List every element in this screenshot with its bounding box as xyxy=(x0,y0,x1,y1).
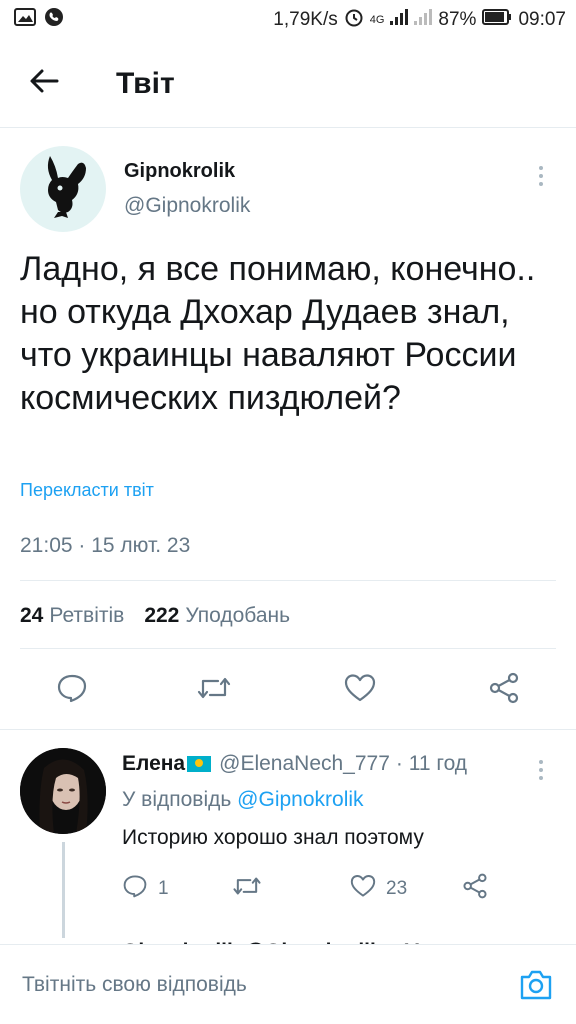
likes-label: Уподобань xyxy=(185,604,291,627)
reply-compose-bar: Твітніть свою відповідь xyxy=(0,944,576,1024)
status-bar: 1,79K/s 4G 87% 09:07 xyxy=(0,0,576,40)
camera-button[interactable] xyxy=(518,967,554,1003)
reply-more-button[interactable] xyxy=(526,750,556,790)
reply-tweet[interactable]: Елена @ElenaNech_777 · 11 год У відповід… xyxy=(0,730,576,940)
share-button[interactable] xyxy=(482,668,526,712)
net-speed: 1,79K/s xyxy=(273,9,338,30)
alarm-icon xyxy=(344,7,364,33)
tweet-author-row: Gipnokrolik @Gipnokrolik xyxy=(20,146,556,236)
more-vertical-icon xyxy=(539,166,543,170)
thread-line xyxy=(62,842,65,938)
reply-time: · 11 год xyxy=(395,752,468,775)
reply-button[interactable] xyxy=(50,668,94,712)
share-icon xyxy=(488,672,520,709)
reply-author-name[interactable]: Елена xyxy=(122,752,185,776)
retweets-count: 24 xyxy=(20,604,44,627)
portrait-image xyxy=(20,748,106,834)
gallery-icon xyxy=(14,8,36,32)
reply-like-count: 23 xyxy=(386,878,408,899)
likes-stat[interactable]: 222 Уподобань xyxy=(144,604,290,628)
heart-icon xyxy=(344,673,376,708)
reply-like-button[interactable]: 23 xyxy=(350,872,407,906)
reply-text: Историю хорошо знал поэтому xyxy=(122,826,424,849)
signal-icon xyxy=(390,9,409,31)
like-button[interactable] xyxy=(338,668,382,712)
reply-retweet-button[interactable] xyxy=(232,872,272,906)
retweets-label: Ретвітів xyxy=(49,604,125,627)
tweet-text: Ладно, я все понимаю, конечно.. но откуд… xyxy=(20,250,536,417)
author-handle[interactable]: @Gipnokrolik xyxy=(124,194,250,218)
divider xyxy=(20,648,556,649)
page-title: Твіт xyxy=(116,66,175,100)
tweet-more-button[interactable] xyxy=(526,156,556,196)
reply-reply-button[interactable]: 1 xyxy=(122,872,169,906)
reply-avatar[interactable] xyxy=(20,748,106,834)
arrow-left-icon xyxy=(29,68,59,99)
reply-header: Елена @ElenaNech_777 · 11 год xyxy=(122,752,467,776)
reply-author-handle[interactable]: @ElenaNech_777 xyxy=(219,752,390,776)
kazakhstan-flag-icon xyxy=(187,756,212,772)
tweet-actions xyxy=(0,668,576,718)
reply-compose-input[interactable]: Твітніть свою відповідь xyxy=(22,973,247,997)
reply-share-button[interactable] xyxy=(462,872,488,906)
network-type: 4G xyxy=(369,14,385,26)
bunny-logo-icon xyxy=(36,154,90,225)
translate-tweet-link[interactable]: Перекласти твіт xyxy=(20,480,154,501)
reply-actions: 1 23 xyxy=(122,872,542,906)
comment-icon xyxy=(56,673,88,708)
divider xyxy=(20,580,556,581)
retweet-icon xyxy=(232,874,262,904)
top-app-bar: Твіт xyxy=(0,40,576,128)
retweet-icon xyxy=(196,674,232,707)
clock: 09:07 xyxy=(518,9,566,30)
retweet-button[interactable] xyxy=(192,668,236,712)
reply-reply-count: 1 xyxy=(158,878,169,899)
author-avatar[interactable] xyxy=(20,146,106,232)
reply-to-mention[interactable]: @Gipnokrolik xyxy=(237,788,363,811)
retweets-stat[interactable]: 24 Ретвітів xyxy=(20,604,124,628)
tweet-timestamp: 21:05 · 15 лют. 23 xyxy=(20,534,191,557)
reply-to-prefix: У відповідь xyxy=(122,788,232,811)
signal-2-icon xyxy=(414,9,433,31)
battery-icon xyxy=(482,9,512,31)
camera-icon xyxy=(518,970,554,1007)
more-vertical-icon xyxy=(539,760,543,764)
heart-icon xyxy=(350,874,376,904)
battery-percent: 87% xyxy=(438,9,477,30)
comment-icon xyxy=(122,874,148,904)
likes-count: 222 xyxy=(144,604,180,627)
viber-icon xyxy=(44,7,64,33)
author-name[interactable]: Gipnokrolik xyxy=(124,160,235,183)
back-button[interactable] xyxy=(14,54,74,114)
tweet-stats: 24 Ретвітів 222 Уподобань xyxy=(20,604,290,628)
reply-to-line: У відповідь @Gipnokrolik xyxy=(122,788,364,812)
share-icon xyxy=(462,873,488,905)
